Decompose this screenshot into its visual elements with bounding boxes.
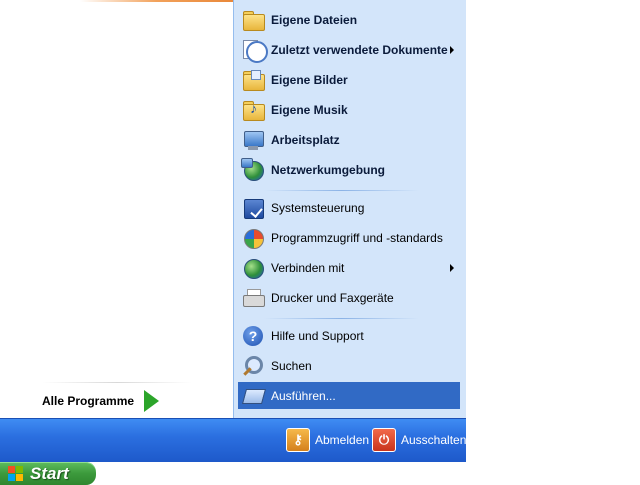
windows-logo-icon: [8, 465, 24, 482]
computer-icon: [241, 128, 265, 152]
menu-item-zuletzt-verwendete-dokumente[interactable]: Zuletzt verwendete Dokumente: [238, 36, 460, 64]
start-menu-right-pane: Eigene Dateien Zuletzt verwendete Dokume…: [233, 0, 466, 418]
program-defaults-icon: [241, 226, 265, 250]
menu-separator: [264, 318, 419, 319]
pictures-folder-icon: [241, 68, 265, 92]
logoff-button[interactable]: ⚷ Abmelden: [286, 427, 369, 453]
start-menu-left-pane: Alle Programme: [0, 0, 233, 418]
all-programs-button[interactable]: Alle Programme: [36, 387, 206, 415]
taskbar: Start: [0, 462, 640, 485]
menu-item-label: Netzwerkumgebung: [271, 163, 386, 177]
music-folder-icon: ♪: [241, 98, 265, 122]
menu-item-suchen[interactable]: Suchen: [238, 352, 460, 380]
start-button[interactable]: Start: [0, 462, 96, 485]
menu-item-label: Eigene Musik: [271, 103, 348, 117]
menu-item-drucker-und-faxgeraete[interactable]: Drucker und Faxgeräte: [238, 284, 460, 312]
menu-item-arbeitsplatz[interactable]: Arbeitsplatz: [238, 126, 460, 154]
green-arrow-icon: [144, 390, 159, 412]
menu-item-label: Ausführen...: [271, 388, 336, 403]
network-icon: [241, 158, 265, 182]
all-programs-label: Alle Programme: [42, 394, 135, 408]
search-icon: [241, 354, 265, 378]
recent-documents-icon: [241, 38, 268, 63]
menu-item-label: Systemsteuerung: [271, 201, 365, 215]
menu-item-label: Arbeitsplatz: [271, 133, 340, 147]
menu-item-label: Verbinden mit: [271, 261, 345, 275]
submenu-arrow-icon: [450, 264, 454, 272]
menu-item-systemsteuerung[interactable]: Systemsteuerung: [238, 194, 460, 222]
menu-item-label: Suchen: [271, 359, 312, 373]
menu-top-accent-strip: [80, 0, 233, 2]
menu-item-eigene-bilder[interactable]: Eigene Bilder: [238, 66, 460, 94]
menu-item-label: Drucker und Faxgeräte: [271, 291, 394, 305]
shutdown-label: Ausschalten: [401, 433, 467, 447]
logoff-label: Abmelden: [315, 433, 370, 447]
shutdown-button[interactable]: ⏻ Ausschalten: [372, 427, 466, 453]
menu-item-programmzugriff[interactable]: Programmzugriff und -standards: [238, 224, 460, 252]
menu-item-hilfe-und-support[interactable]: ? Hilfe und Support: [238, 322, 460, 350]
connect-globe-icon: [241, 256, 265, 280]
menu-item-netzwerkumgebung[interactable]: Netzwerkumgebung: [238, 156, 460, 184]
power-icon: ⏻: [372, 428, 396, 452]
folder-icon: [241, 8, 265, 32]
menu-item-verbinden-mit[interactable]: Verbinden mit: [238, 254, 460, 282]
start-label: Start: [30, 463, 69, 483]
menu-item-eigene-dateien[interactable]: Eigene Dateien: [238, 6, 460, 34]
start-menu-bottom-bar: ⚷ Abmelden ⏻ Ausschalten: [0, 418, 466, 463]
menu-separator: [264, 190, 419, 191]
menu-item-label: Hilfe und Support: [271, 329, 364, 343]
key-icon: ⚷: [286, 428, 310, 452]
control-panel-icon: [241, 196, 265, 220]
submenu-arrow-icon: [450, 46, 454, 54]
printer-icon: [241, 286, 265, 310]
menu-item-label: Eigene Dateien: [271, 13, 358, 27]
help-icon: ?: [241, 324, 265, 348]
menu-item-label: Eigene Bilder: [271, 73, 348, 87]
menu-item-eigene-musik[interactable]: ♪ Eigene Musik: [238, 96, 460, 124]
run-icon: [241, 384, 267, 408]
menu-item-ausfuehren[interactable]: Ausführen...: [238, 382, 460, 409]
menu-item-label: Zuletzt verwendete Dokumente: [271, 43, 448, 57]
menu-item-label: Programmzugriff und -standards: [271, 231, 443, 245]
all-programs-separator: [42, 382, 192, 383]
